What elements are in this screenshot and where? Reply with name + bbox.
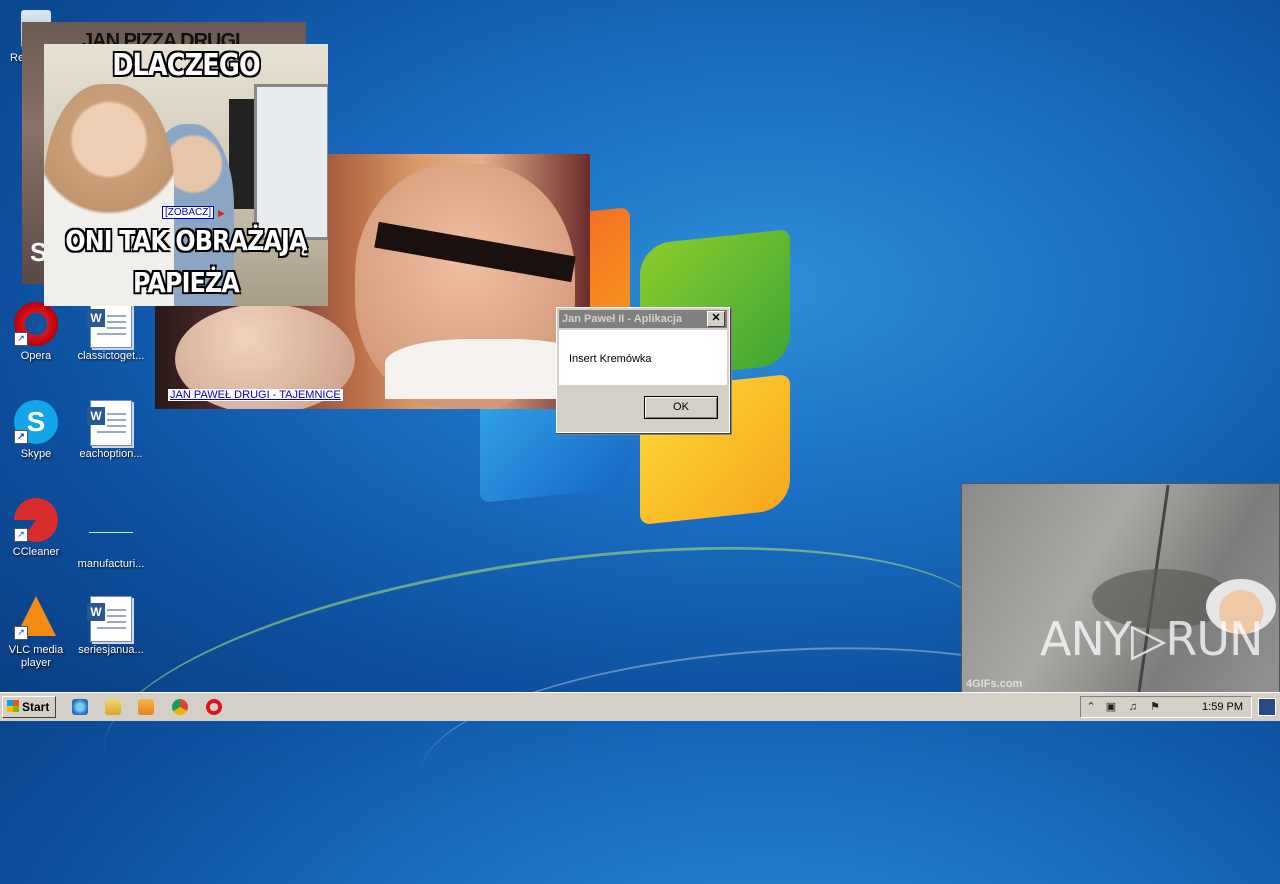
network-icon[interactable]: ▣ (1105, 701, 1117, 713)
desktop-icon-classictoget[interactable]: W classictoget... (71, 302, 151, 363)
dialog-titlebar[interactable]: Jan Paweł II - Aplikacja ✕ (559, 310, 727, 328)
skype-icon: S ↗ (14, 400, 58, 444)
desktop-icon-opera[interactable]: ↗ Opera (0, 302, 76, 363)
word-document-icon: W (87, 400, 132, 446)
desktop-icon-seriesjanua[interactable]: W seriesjanua... (71, 596, 151, 657)
word-document-icon: W (87, 302, 132, 348)
start-label: Start (22, 700, 50, 714)
desktop-icon-ccleaner[interactable]: ↗ CCleaner (0, 498, 76, 559)
desktop-icon-label: Opera (20, 350, 52, 362)
dialog-content: Insert Kremówka (559, 330, 727, 385)
shortcut-arrow-icon: ↗ (14, 332, 28, 346)
close-button[interactable]: ✕ (707, 311, 725, 327)
internet-explorer-icon[interactable] (72, 699, 88, 715)
word-document-icon: W (87, 596, 132, 642)
desktop-icon-label: manufacturi... (77, 558, 145, 570)
vlc-icon: ↗ (14, 596, 58, 640)
chrome-icon[interactable] (172, 699, 188, 715)
desktop-icon-vlc[interactable]: ↗ VLC media player (0, 596, 76, 670)
dialog-title: Jan Paweł II - Aplikacja (562, 313, 683, 325)
ccleaner-icon: ↗ (14, 498, 58, 542)
anyrun-watermark: ANY▷RUN (1040, 612, 1263, 666)
desktop-icon-label: seriesjanua... (78, 644, 144, 656)
show-desktop-button[interactable] (1258, 698, 1276, 716)
desktop-icon-label: classictoget... (77, 350, 145, 362)
ok-button[interactable]: OK (644, 396, 718, 419)
opera-taskbar-icon[interactable] (206, 699, 222, 715)
desktop-icon-skype[interactable]: S ↗ Skype (0, 400, 76, 461)
system-tray: ⌃ ▣ ♫ ⚑ 1:59 PM (1080, 696, 1252, 718)
file-explorer-icon[interactable] (105, 699, 121, 715)
desktop-icon-label: CCleaner (12, 546, 60, 558)
meme-popup[interactable]: DLACZEGO ONI TAK OBRAŻAJĄ PAPIEŻA [ZOBAC… (44, 44, 328, 306)
desktop-icon-label: Skype (20, 448, 52, 460)
windows-flag-icon (7, 700, 19, 712)
taskbar: Start ⌃ ▣ ♫ ⚑ 1:59 PM (0, 692, 1280, 721)
desktop-icon-manufacturi[interactable]: manufacturi... (71, 498, 151, 571)
desktop-icon-label: eachoption... (79, 448, 143, 460)
meme-bottom-text-2: PAPIEŻA (133, 266, 240, 299)
shortcut-arrow-icon: ↗ (14, 626, 28, 640)
desktop-icon-eachoption[interactable]: W eachoption... (71, 400, 151, 461)
opera-icon: ↗ (14, 302, 58, 346)
message-box-dialog: Jan Paweł II - Aplikacja ✕ Insert Kremów… (556, 307, 730, 433)
taskbar-clock[interactable]: 1:59 PM (1202, 701, 1243, 713)
dialog-message: Insert Kremówka (569, 353, 652, 365)
desktop-icon-label: VLC media player (8, 644, 64, 669)
show-hidden-icons-icon[interactable]: ⌃ (1085, 701, 1097, 713)
meme-top-text: DLACZEGO (112, 48, 260, 83)
action-center-flag-icon[interactable]: ⚑ (1149, 701, 1161, 713)
volume-icon[interactable]: ♫ (1127, 701, 1139, 713)
video-caption-link[interactable]: JAN PAWEŁ DRUGI - TAJEMNICE (168, 389, 343, 401)
blank-file-icon (89, 510, 133, 533)
shortcut-arrow-icon: ↗ (14, 430, 28, 444)
shortcut-arrow-icon: ↗ (14, 528, 28, 542)
start-button[interactable]: Start (2, 696, 56, 718)
meme-bottom-text-1: ONI TAK OBRAŻAJĄ (65, 224, 307, 257)
zobacz-link[interactable]: [ZOBACZ] (162, 206, 215, 219)
play-arrow-icon: ▶ (218, 208, 225, 218)
gif-source-label: 4GIFs.com (966, 678, 1023, 690)
media-player-icon[interactable] (138, 699, 154, 715)
